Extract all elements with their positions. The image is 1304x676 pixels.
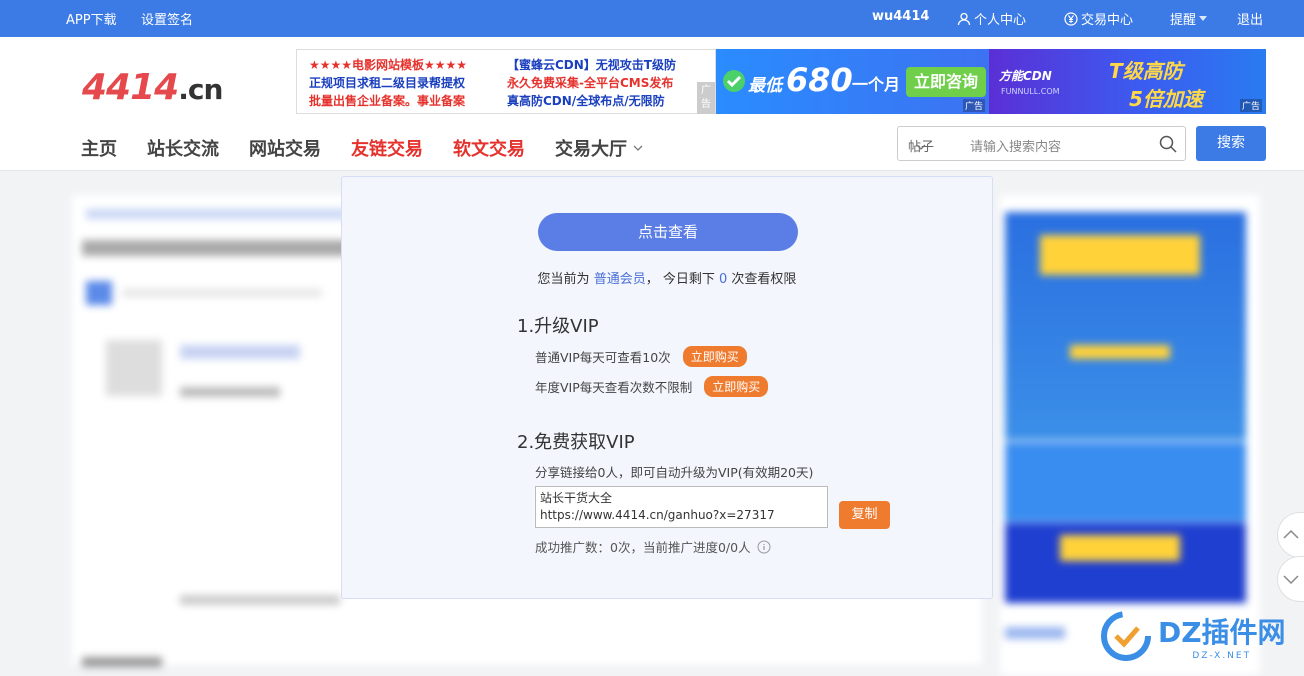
remind-label: 提醒 xyxy=(1170,13,1197,28)
upgrade-vip-title: 1.升级VIP xyxy=(517,316,599,337)
share-link-textarea[interactable]: 站长干货大全 https://www.4414.cn/ganhuo?x=2731… xyxy=(535,486,828,528)
funnull-banner-ad[interactable]: 方能CDN FUNNULL.COM T级高防 5倍加速 广告 xyxy=(989,49,1266,114)
text-ad-item[interactable]: 正规项目求租二级目录帮提权 xyxy=(309,74,467,92)
free-vip-title: 2.免费获取VIP xyxy=(517,432,635,453)
nav-item-webmaster-talk[interactable]: 站长交流 xyxy=(147,135,219,161)
copy-button[interactable]: 复制 xyxy=(839,501,890,529)
chevron-down-icon xyxy=(916,144,926,150)
personal-center-label: 个人中心 xyxy=(974,13,1027,28)
search-type-select[interactable]: 帖子 xyxy=(908,136,934,155)
remaining-count: 0 xyxy=(719,272,728,287)
trade-center-label: 交易中心 xyxy=(1081,13,1134,28)
promotion-stats: 成功推广数：0次，当前推广进度0/0人 xyxy=(535,537,771,556)
text-ad-item[interactable]: 批量出售企业备案。事业备案 xyxy=(309,92,467,110)
text-ad-item[interactable]: 【蜜蜂云CDN】无视攻击T级防 xyxy=(507,56,676,74)
chevron-down-icon xyxy=(1283,575,1299,585)
personal-center-link[interactable]: 个人中心 xyxy=(957,9,1026,28)
sidebar-ads-blurred xyxy=(1000,195,1260,675)
app-download-link[interactable]: APP下载 xyxy=(66,9,117,28)
member-level-link[interactable]: 普通会员 xyxy=(594,272,646,287)
cdn-banner-ad[interactable]: 最低 680 一个月 立即咨询 广告 xyxy=(716,49,989,114)
site-header: 4414.cn ★★★★电影网站模板★★★★ 正规项目求租二级目录帮提权 批量出… xyxy=(0,37,1304,171)
share-description: 分享链接给0人，即可自动升级为VIP(有效期20天) xyxy=(535,465,814,480)
check-circle-icon xyxy=(723,70,745,92)
text-ad-item[interactable]: 真高防CDN/全球布点/无限防 xyxy=(507,92,676,110)
text-ad-item[interactable]: ★★★★电影网站模板★★★★ xyxy=(309,56,467,74)
dz-watermark: DZ插件网 DZ-X.NET xyxy=(1100,610,1286,662)
logout-link[interactable]: 退出 xyxy=(1237,9,1263,28)
nav-item-site-trade[interactable]: 网站交易 xyxy=(249,135,321,161)
yen-circle-icon xyxy=(1064,11,1078,26)
caret-down-icon xyxy=(1199,15,1208,21)
scroll-down-button[interactable] xyxy=(1277,556,1304,602)
search-bar: 帖子 请输入搜索内容 xyxy=(897,126,1186,161)
consult-button[interactable]: 立即咨询 xyxy=(906,67,986,97)
vip-year-row: 年度VIP每天查看次数不限制 立即购买 xyxy=(535,376,769,397)
chevron-down-icon xyxy=(633,145,643,151)
buy-year-vip-button[interactable]: 立即购买 xyxy=(704,376,769,397)
click-to-view-button[interactable]: 点击查看 xyxy=(538,213,798,251)
buy-normal-vip-button[interactable]: 立即购买 xyxy=(682,346,747,367)
search-icon[interactable] xyxy=(1159,135,1177,153)
set-signature-link[interactable]: 设置签名 xyxy=(141,9,193,28)
trade-center-link[interactable]: 交易中心 xyxy=(1064,9,1133,28)
main-nav: 主页 站长交流 网站交易 友链交易 软文交易 交易大厅 xyxy=(81,135,643,161)
search-button[interactable]: 搜索 xyxy=(1196,126,1266,161)
dz-logo-icon xyxy=(1101,611,1151,661)
ad-tag: 广告 xyxy=(697,82,715,114)
nav-item-article-trade[interactable]: 软文交易 xyxy=(453,135,525,161)
username-link[interactable]: wu4414 xyxy=(872,9,929,24)
text-ad-item[interactable]: 永久免费采集-全平台CMS发布 xyxy=(507,74,676,92)
search-input[interactable]: 请输入搜索内容 xyxy=(970,136,1061,155)
nav-item-trade-hall[interactable]: 交易大厅 xyxy=(555,135,643,161)
info-icon[interactable] xyxy=(757,540,771,554)
vip-normal-row: 普通VIP每天可查看10次 立即购买 xyxy=(535,346,747,367)
vip-view-modal: 点击查看 您当前为 普通会员， 今日剩下 0 次查看权限 1.升级VIP 普通V… xyxy=(341,176,993,599)
member-status: 您当前为 普通会员， 今日剩下 0 次查看权限 xyxy=(537,272,797,287)
chevron-up-icon xyxy=(1283,529,1299,539)
user-icon xyxy=(957,12,971,25)
watermark-text: DZ插件网 xyxy=(1158,616,1286,649)
nav-item-home[interactable]: 主页 xyxy=(81,135,117,161)
scroll-up-button[interactable] xyxy=(1277,512,1304,558)
nav-item-link-trade[interactable]: 友链交易 xyxy=(351,135,423,161)
remind-dropdown[interactable]: 提醒 xyxy=(1170,9,1208,28)
top-bar: APP下载 设置签名 wu4414 个人中心 交易中心 提醒 退出 xyxy=(0,0,1304,37)
text-ad-block[interactable]: ★★★★电影网站模板★★★★ 正规项目求租二级目录帮提权 批量出售企业备案。事业… xyxy=(296,49,716,114)
site-logo[interactable]: 4414.cn xyxy=(82,67,223,108)
